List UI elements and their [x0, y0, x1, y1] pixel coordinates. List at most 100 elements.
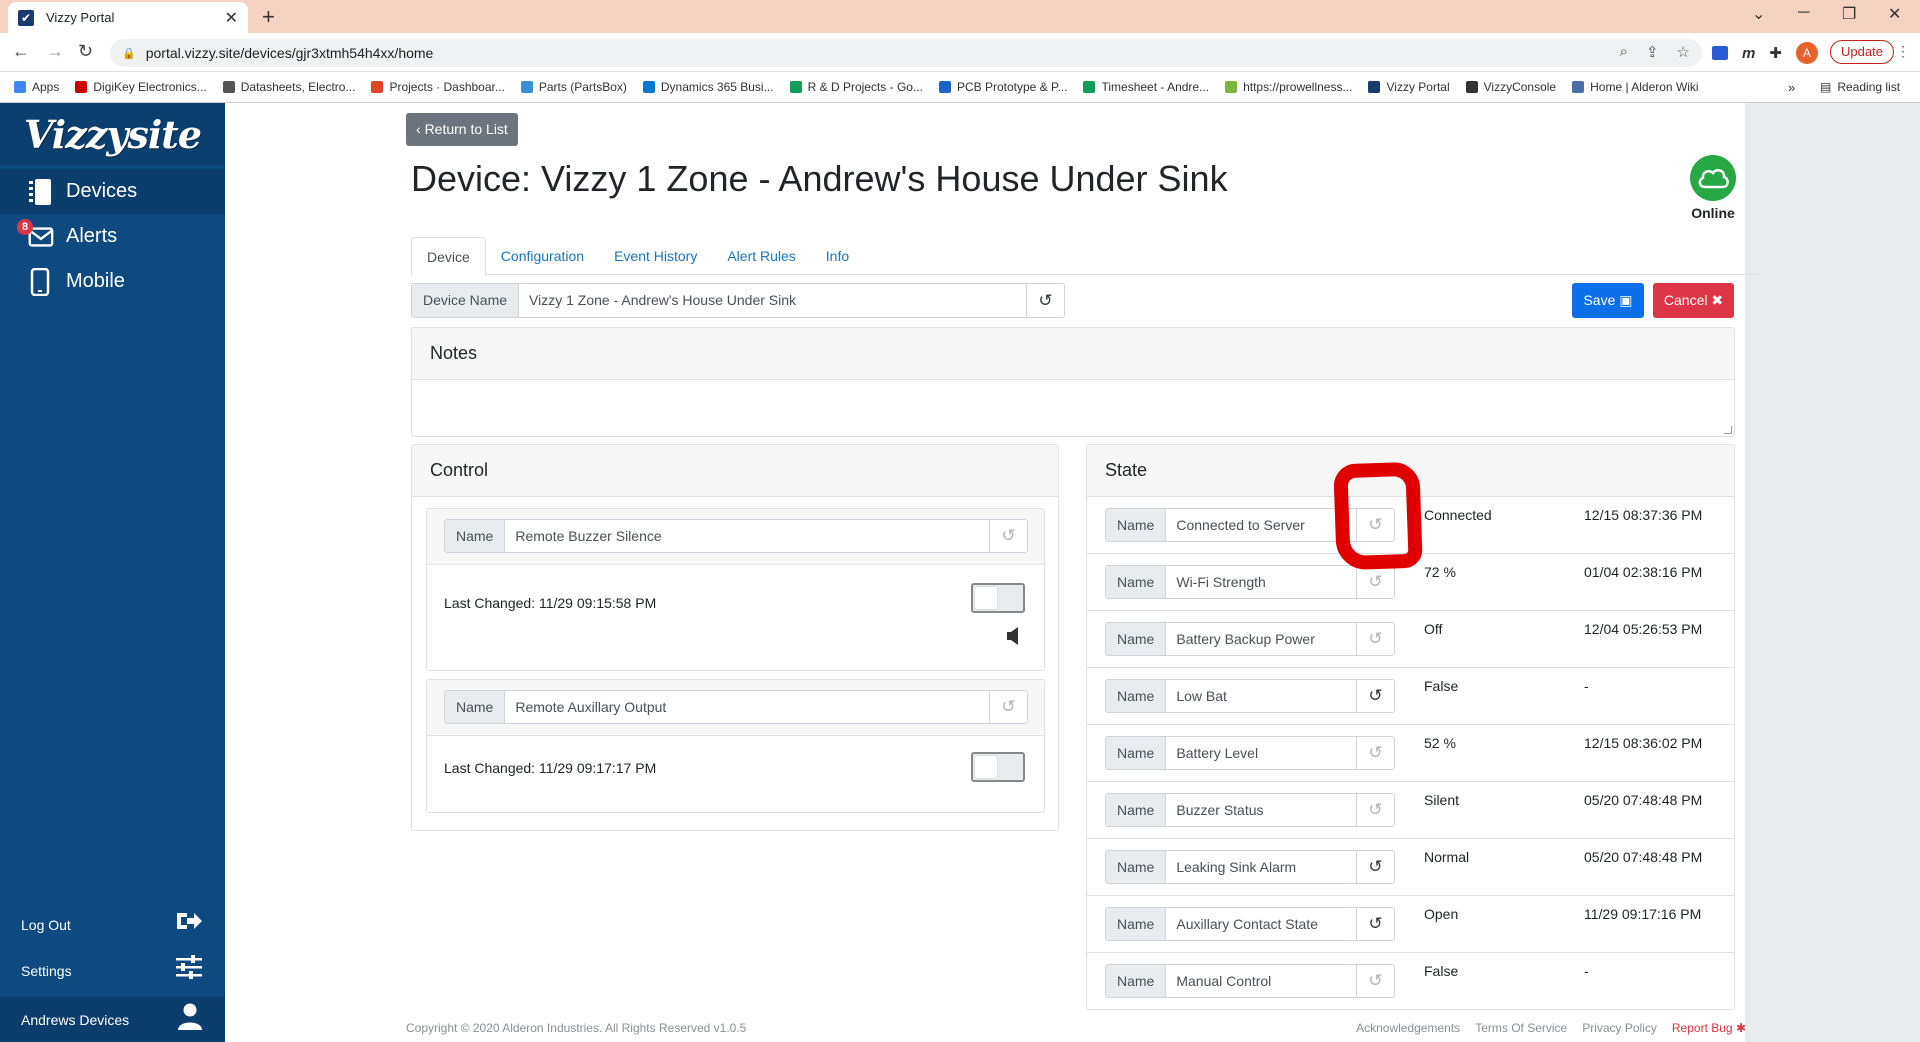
bookmark-item[interactable]: VizzyConsole — [1465, 80, 1556, 94]
state-name-input[interactable]: Low Bat — [1166, 680, 1356, 712]
undo-icon: ↺ — [1368, 686, 1383, 705]
state-timestamp: 01/04 02:38:16 PM — [1584, 564, 1703, 580]
zoom-icon[interactable]: ⌕ — [1620, 43, 1628, 61]
restore-icon[interactable]: ❐ — [1842, 4, 1856, 24]
state-name-input[interactable]: Leaking Sink Alarm — [1166, 851, 1356, 883]
state-name-input[interactable]: Manual Control — [1166, 965, 1356, 997]
device-name-group: Device Name Vizzy 1 Zone - Andrew's Hous… — [411, 283, 1065, 318]
state-value: Connected — [1424, 507, 1492, 523]
close-icon: ✖ — [1711, 292, 1724, 308]
privacy-policy-link[interactable]: Privacy Policy — [1582, 1021, 1657, 1035]
undo-icon: ↺ — [1368, 743, 1383, 762]
table-row: Name Buzzer Status ↺ Silent 05/20 07:48:48 P… — [1087, 782, 1734, 839]
bookmark-item[interactable]: Dynamics 365 Busi... — [642, 80, 774, 94]
tab-alert-rules[interactable]: Alert Rules — [712, 237, 810, 274]
reset-device-name-button[interactable]: ↺ — [1026, 284, 1064, 317]
bookmark-favicon-icon — [1465, 81, 1478, 93]
reset-name-button[interactable]: ↺ — [1356, 623, 1394, 655]
extension-icon[interactable] — [1712, 46, 1728, 60]
bookmark-item[interactable]: R & D Projects - Go... — [789, 80, 923, 94]
close-tab-icon[interactable]: ✕ — [225, 8, 238, 28]
reset-name-button[interactable]: ↺ — [1356, 737, 1394, 769]
bookmarks-overflow-icon[interactable]: » — [1788, 80, 1795, 95]
menu-kebab-icon[interactable]: ⋮ — [1896, 43, 1910, 60]
name-label: Name — [445, 520, 506, 552]
reset-name-button[interactable]: ↺ — [1356, 908, 1394, 940]
logout-link[interactable]: Log Out — [0, 902, 225, 947]
bookmark-favicon-icon — [14, 81, 26, 93]
sidebar-item-label: Mobile — [66, 270, 125, 292]
bookmark-favicon-icon — [520, 81, 533, 93]
close-window-icon[interactable]: ✕ — [1888, 4, 1901, 24]
undo-icon: ↺ — [1368, 971, 1383, 990]
resize-handle-icon[interactable] — [1724, 426, 1732, 434]
new-tab-icon[interactable]: + — [262, 4, 275, 30]
name-label: Name — [1106, 965, 1167, 997]
state-timestamp: - — [1584, 963, 1589, 979]
update-button[interactable]: Update — [1830, 40, 1894, 64]
save-button[interactable]: Save ▣ — [1572, 283, 1644, 318]
state-name-input[interactable]: Connected to Server — [1166, 509, 1356, 541]
bookmark-item[interactable]: https://prowellness... — [1225, 80, 1352, 94]
vizzysite-logo[interactable]: Vizzysite — [0, 103, 225, 165]
control-name-input[interactable]: Remote Auxillary Output — [505, 691, 989, 723]
reading-list-button[interactable]: ▤ Reading list — [1820, 80, 1900, 94]
tab-configuration[interactable]: Configuration — [486, 237, 599, 274]
state-name-input[interactable]: Battery Backup Power — [1166, 623, 1356, 655]
table-row: Name Manual Control ↺ False - — [1087, 953, 1734, 1009]
sidebar-item-devices[interactable]: Devices — [0, 169, 225, 214]
bookmark-item[interactable]: DigiKey Electronics... — [75, 80, 207, 94]
remote-buzzer-silence-toggle[interactable] — [971, 583, 1025, 613]
sidebar-item-alerts[interactable]: 8 Alerts — [0, 214, 225, 259]
settings-link[interactable]: Settings — [0, 948, 225, 993]
extension-m-icon[interactable]: m — [1742, 45, 1755, 62]
profile-avatar[interactable]: A — [1795, 42, 1818, 64]
reset-name-button[interactable]: ↺ — [1356, 566, 1394, 598]
bookmark-item[interactable]: Vizzy Portal — [1368, 80, 1450, 94]
acknowledgements-link[interactable]: Acknowledgements — [1356, 1021, 1460, 1035]
bookmark-item[interactable]: Projects · Dashboar... — [371, 80, 505, 94]
bookmark-item[interactable]: Timesheet - Andre... — [1083, 80, 1209, 94]
reset-name-button[interactable]: ↺ — [989, 520, 1027, 552]
lock-icon: 🔒 — [122, 47, 136, 60]
device-name-input[interactable]: Vizzy 1 Zone - Andrew's House Under Sink — [519, 284, 1026, 317]
bookmark-item[interactable]: Parts (PartsBox) — [520, 80, 627, 94]
reset-name-button[interactable]: ↺ — [1356, 851, 1394, 883]
terms-of-service-link[interactable]: Terms Of Service — [1475, 1021, 1567, 1035]
extensions-puzzle-icon[interactable]: ✚ — [1769, 44, 1782, 62]
tab-search-icon[interactable]: ⌄ — [1752, 4, 1765, 24]
reset-name-button[interactable]: ↺ — [1356, 965, 1394, 997]
bookmark-item[interactable]: Datasheets, Electro... — [222, 80, 355, 94]
state-name-input[interactable]: Buzzer Status — [1166, 794, 1356, 826]
tab-info[interactable]: Info — [811, 237, 864, 274]
tab-title: Vizzy Portal — [46, 10, 115, 25]
tab-event-history[interactable]: Event History — [599, 237, 712, 274]
control-name-input[interactable]: Remote Buzzer Silence — [505, 520, 989, 552]
remote-auxillary-output-toggle[interactable] — [971, 752, 1025, 782]
report-bug-link[interactable]: Report Bug ✱ — [1672, 1021, 1746, 1035]
reset-name-button[interactable]: ↺ — [1356, 794, 1394, 826]
bookmark-item[interactable]: Home | Alderon Wiki — [1572, 80, 1699, 94]
state-name-input[interactable]: Wi-Fi Strength — [1166, 566, 1356, 598]
bookmark-star-icon[interactable]: ☆ — [1677, 43, 1690, 61]
reload-icon[interactable]: ↻ — [78, 41, 93, 62]
device-name-label: Device Name — [412, 284, 520, 317]
cancel-button[interactable]: Cancel ✖ — [1653, 283, 1734, 318]
browser-tab[interactable]: ✔ Vizzy Portal ✕ — [8, 2, 248, 33]
back-icon[interactable]: ← — [12, 41, 30, 62]
address-bar[interactable]: 🔒 portal.vizzy.site/devices/gjr3xtmh54h4… — [110, 39, 1702, 67]
notes-textarea[interactable] — [412, 380, 1734, 436]
bookmark-item[interactable]: Apps — [14, 80, 59, 94]
reset-name-button[interactable]: ↺ — [1356, 680, 1394, 712]
user-account[interactable]: Andrews Devices — [0, 997, 225, 1042]
return-to-list-button[interactable]: ‹ Return to List — [406, 113, 518, 146]
bookmark-item[interactable]: PCB Prototype & P... — [938, 80, 1067, 94]
tab-device[interactable]: Device — [411, 237, 486, 276]
sidebar-item-mobile[interactable]: Mobile — [0, 259, 225, 304]
forward-icon[interactable]: → — [46, 41, 64, 62]
reset-name-button[interactable]: ↺ — [989, 691, 1027, 723]
share-icon[interactable]: ⇪ — [1646, 43, 1659, 61]
minimize-icon[interactable]: ─ — [1798, 4, 1809, 22]
state-name-input[interactable]: Battery Level — [1166, 737, 1356, 769]
state-name-input[interactable]: Auxillary Contact State — [1166, 908, 1356, 940]
